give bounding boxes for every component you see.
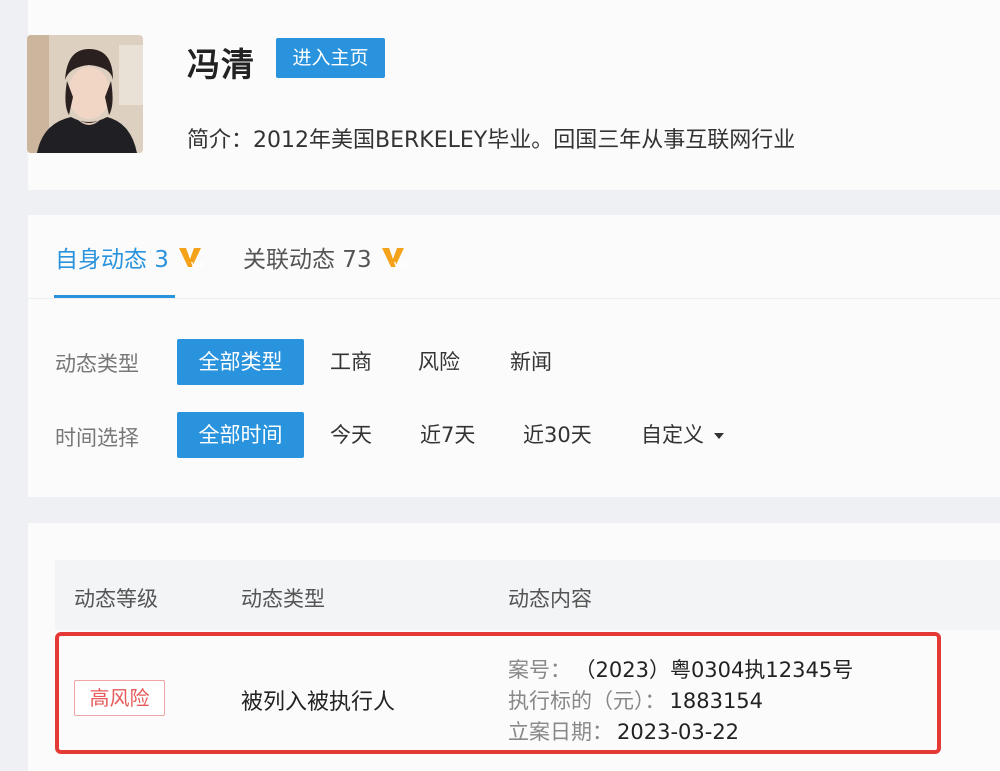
profile-name: 冯清 <box>187 45 255 84</box>
vip-icon: VIP <box>178 248 203 269</box>
activity-type-cell: 被列入被执行人 <box>241 690 396 715</box>
header-type: 动态类型 <box>241 587 325 611</box>
filter-type-all[interactable]: 全部类型 <box>177 339 304 385</box>
svg-text:VIP: VIP <box>394 261 406 269</box>
risk-level-badge: 高风险 <box>74 680 165 716</box>
table-row-highlight[interactable] <box>55 632 941 754</box>
filter-time-custom-dropdown[interactable]: 自定义 <box>641 412 724 458</box>
filter-type-business[interactable]: 工商 <box>330 339 372 385</box>
header-content: 动态内容 <box>508 587 592 611</box>
filter-time-today[interactable]: 今天 <box>330 412 372 458</box>
filter-type-risk[interactable]: 风险 <box>418 339 460 385</box>
header-level: 动态等级 <box>74 587 158 611</box>
tab-label: 自身动态 3 <box>55 247 169 273</box>
filter-time-7days[interactable]: 近7天 <box>420 412 475 458</box>
avatar[interactable] <box>27 35 143 153</box>
tab-divider <box>28 298 1000 299</box>
tab-related-activity[interactable]: 关联动态 73 VIP <box>243 240 406 274</box>
vip-icon: VIP <box>381 248 406 269</box>
filter-time-all[interactable]: 全部时间 <box>177 412 304 458</box>
enter-homepage-button[interactable]: 进入主页 <box>276 38 385 78</box>
svg-text:VIP: VIP <box>191 261 203 269</box>
tab-label: 关联动态 73 <box>243 247 372 273</box>
detail-filing-date: 立案日期： 2023-03-22 <box>508 720 740 744</box>
type-filter-label: 动态类型 <box>55 352 139 376</box>
detail-case-number: 案号： （2023）粤0304执12345号 <box>508 658 854 682</box>
avatar-photo <box>27 35 143 153</box>
tab-self-activity[interactable]: 自身动态 3 VIP <box>55 240 203 274</box>
filter-type-news[interactable]: 新闻 <box>510 339 552 385</box>
filter-time-30days[interactable]: 近30天 <box>523 412 592 458</box>
profile-intro: 简介：2012年美国BERKELEY毕业。回国三年从事互联网行业 <box>187 128 796 153</box>
detail-execution-amount: 执行标的（元）： 1883154 <box>508 689 764 713</box>
custom-label: 自定义 <box>641 423 704 447</box>
profile-card <box>28 0 1000 190</box>
chevron-down-icon <box>714 433 724 439</box>
time-filter-label: 时间选择 <box>55 426 139 450</box>
